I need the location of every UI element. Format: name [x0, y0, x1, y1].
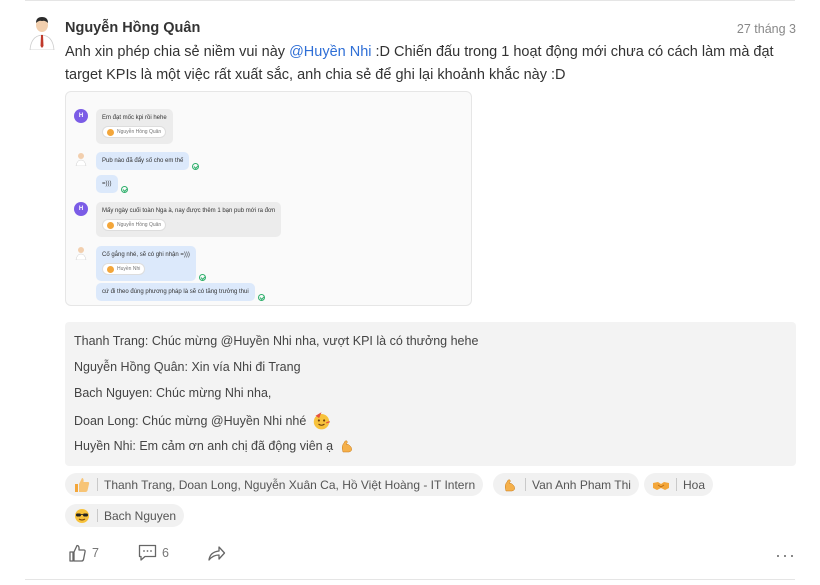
- comments-panel: Thanh Trang: Chúc mừng @Huyền Nhi nha, v…: [65, 322, 796, 466]
- chat-reaction: Huyền Nhi: [102, 263, 146, 275]
- seen-check-icon: [192, 163, 200, 170]
- chat-text: =))): [96, 175, 118, 193]
- comment-author[interactable]: Thanh Trang:: [74, 334, 148, 348]
- chat-text: Em đạt mốc kpi rồi hehe: [102, 115, 167, 121]
- chat-message: cứ đi theo đúng phương pháp là sẽ có tăn…: [88, 283, 265, 301]
- flexed-biceps-icon: [342, 440, 352, 453]
- chat-text: Mấy ngày cuối toàn Nga à, nay được thêm …: [102, 208, 276, 214]
- chat-reaction: Nguyễn Hồng Quân: [102, 219, 167, 231]
- reaction-names: Bach Nguyen: [104, 508, 177, 523]
- reaction-names: Hoa: [683, 477, 706, 492]
- thumbs-up-outline-icon: [69, 544, 86, 562]
- post-body: Anh xin phép chia sẻ niềm vui này @Huyền…: [65, 41, 800, 87]
- sunglasses-face-icon: [75, 508, 89, 523]
- avatar: H: [74, 109, 88, 123]
- comment: Huyền Nhi: Em cảm ơn anh chị đã động viê…: [74, 438, 355, 454]
- comment-button[interactable]: 6: [138, 544, 169, 562]
- comment-text: Chúc mừng Nhi nha,: [156, 386, 272, 400]
- comment-text: Xin vía Nhi đi Trang: [191, 360, 301, 374]
- more-options-icon[interactable]: ···: [775, 545, 796, 566]
- avatar: [75, 247, 87, 260]
- heart-eyes-icon: [107, 128, 114, 136]
- comment: Doan Long: Chúc mừng @Huyền Nhi nhé: [74, 411, 331, 430]
- comment-author[interactable]: Bach Nguyen:: [74, 386, 153, 400]
- handshake-icon: [653, 481, 669, 490]
- seen-check-icon: [198, 273, 206, 281]
- chat-message: H Mấy ngày cuối toàn Nga à, nay được thê…: [74, 202, 282, 237]
- flexed-biceps-icon: [504, 479, 515, 491]
- mention-link[interactable]: @Huyền Nhi: [289, 44, 371, 60]
- reaction-sunglasses[interactable]: Bach Nguyen: [65, 504, 185, 527]
- chat-text: Cố gắng nhé, sẽ có ghi nhận =))): [102, 252, 190, 258]
- avatar: [75, 153, 87, 166]
- comment: Nguyễn Hồng Quân: Xin vía Nhi đi Trang: [74, 360, 301, 374]
- author-avatar[interactable]: [26, 16, 58, 50]
- share-button[interactable]: [207, 544, 231, 562]
- comment-author[interactable]: Doan Long:: [74, 414, 139, 428]
- chat-message: Cố gắng nhé, sẽ có ghi nhận =))) Huyền N…: [74, 246, 206, 281]
- comment-icon: [138, 544, 157, 561]
- chat-message: =))): [88, 175, 128, 193]
- post-author[interactable]: Nguyễn Hồng Quân: [65, 20, 200, 36]
- chat-message: Pub nào đã đẩy số cho em thế: [74, 152, 200, 170]
- reaction-flexed-biceps[interactable]: Van Anh Pham Thi: [493, 473, 639, 496]
- comment-text: Em cảm ơn anh chị đã động viên ạ: [139, 439, 334, 453]
- heart-eyes-icon: [107, 265, 114, 273]
- reaction-names: Thanh TrangDoan LongNguyễn Xuân CaHồ Việ…: [104, 478, 475, 492]
- top-divider: [25, 0, 795, 1]
- comment: Bach Nguyen: Chúc mừng Nhi nha,: [74, 386, 271, 400]
- like-button[interactable]: 7: [68, 544, 99, 562]
- avatar: H: [74, 202, 88, 216]
- post-date[interactable]: 27 tháng 3: [737, 22, 796, 36]
- thumbs-up-icon: [75, 477, 90, 492]
- bottom-divider: [25, 579, 795, 580]
- comment-author[interactable]: Nguyễn Hồng Quân:: [74, 360, 188, 374]
- comment-text: Chúc mừng @Huyền Nhi nha, vượt KPI là có…: [151, 334, 479, 348]
- attached-image[interactable]: H Em đạt mốc kpi rồi hehe Nguyễn Hồng Qu…: [65, 91, 472, 306]
- reaction-handshake[interactable]: Hoa: [644, 473, 714, 496]
- like-count: 7: [92, 546, 99, 560]
- reaction-names: Van Anh Pham Thi: [532, 477, 631, 492]
- reaction-thumbs-up[interactable]: Thanh TrangDoan LongNguyễn Xuân CaHồ Việ…: [65, 473, 484, 496]
- thumbs-up-icon: [107, 221, 114, 229]
- party-face-icon: [314, 412, 331, 430]
- post-text-before: Anh xin phép chia sẻ niềm vui này: [65, 44, 290, 60]
- chat-message: H Em đạt mốc kpi rồi hehe Nguyễn Hồng Qu…: [74, 109, 173, 144]
- chat-reaction: Nguyễn Hồng Quân: [102, 126, 167, 138]
- comment-author[interactable]: Huyền Nhi:: [74, 439, 136, 453]
- share-icon: [208, 546, 226, 561]
- chat-text: cứ đi theo đúng phương pháp là sẽ có tăn…: [96, 283, 255, 301]
- comment-count: 6: [162, 546, 169, 560]
- seen-check-icon: [120, 186, 128, 193]
- comment-text: Chúc mừng @Huyền Nhi nhé: [142, 413, 307, 428]
- chat-text: Pub nào đã đẩy số cho em thế: [96, 152, 190, 170]
- seen-check-icon: [257, 294, 265, 301]
- comment: Thanh Trang: Chúc mừng @Huyền Nhi nha, v…: [74, 334, 478, 348]
